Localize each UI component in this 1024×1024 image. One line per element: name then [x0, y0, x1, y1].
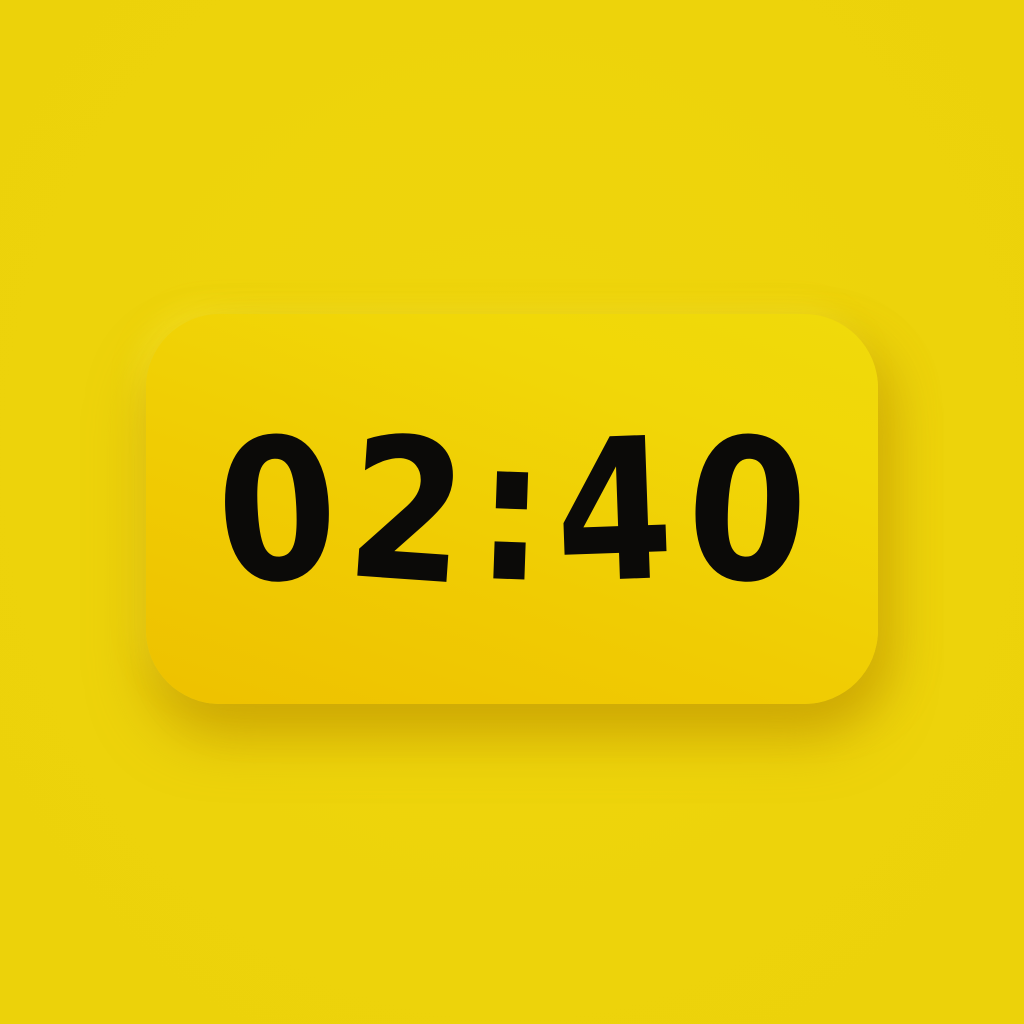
time-separator: : [471, 396, 551, 628]
hour-ones-digit: 2 [341, 394, 475, 630]
clock-screen: 0 2 : 4 0 [0, 0, 1024, 1024]
hour-tens-digit: 0 [211, 395, 344, 629]
minute-ones-digit: 0 [680, 395, 813, 629]
clock-widget[interactable]: 0 2 : 4 0 [146, 314, 878, 704]
minute-tens-digit: 4 [551, 396, 677, 628]
time-display: 0 2 : 4 0 [209, 394, 815, 630]
